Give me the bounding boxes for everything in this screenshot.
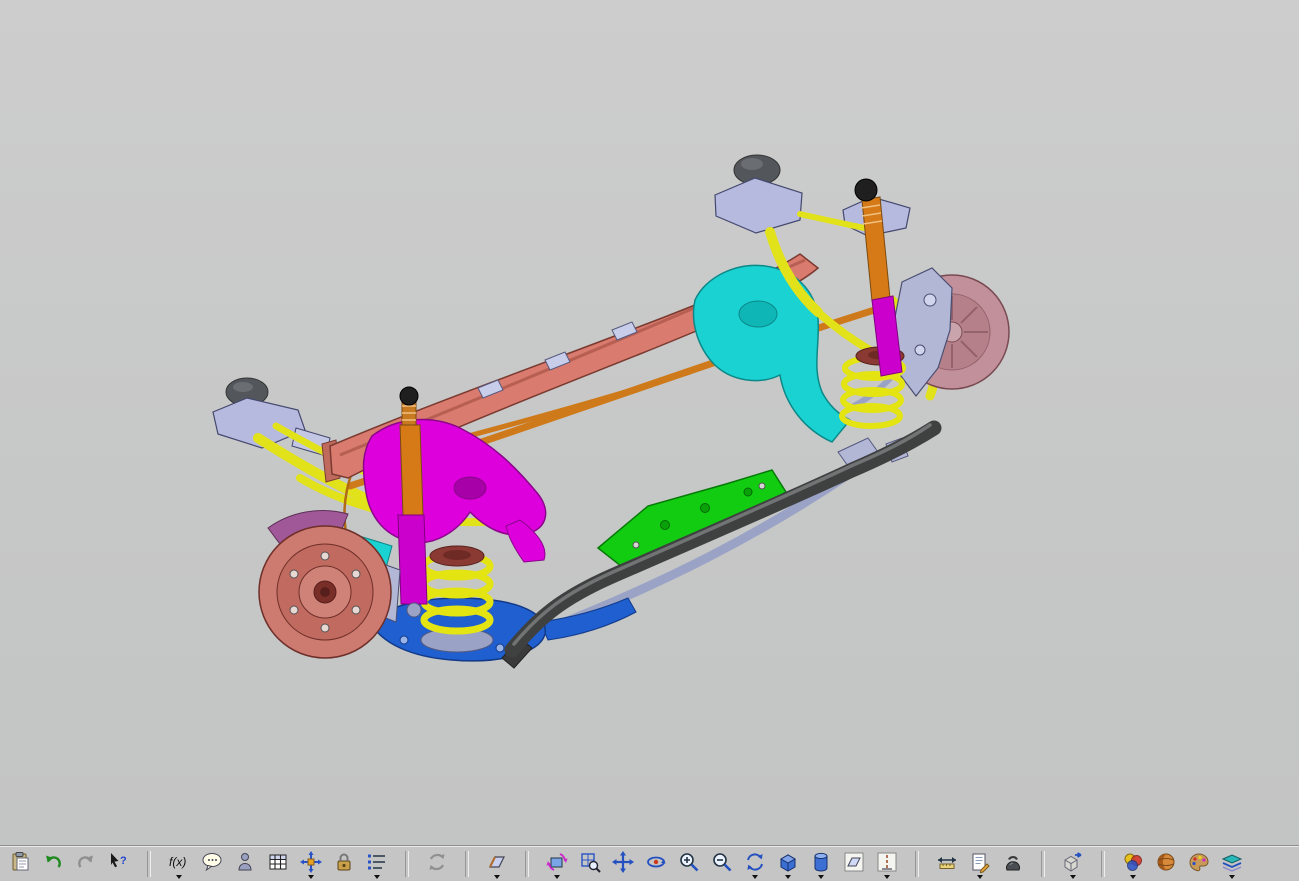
plane-display-icon [843,851,865,873]
measure-icon [936,851,958,873]
zoom-in-button[interactable] [675,849,703,879]
dropdown-arrow-icon[interactable] [785,874,791,879]
redo-button[interactable] [72,849,100,879]
dropdown-arrow-icon[interactable] [176,874,182,879]
regenerate-icon [426,851,448,873]
undo-arrow-icon [42,851,64,873]
palette-icon [1188,851,1210,873]
axis-display-icon [876,851,898,873]
toolbar-separator [915,850,919,877]
speech-bubble-icon [201,851,223,873]
toolbar-separator [147,850,151,877]
pan-button[interactable] [609,849,637,879]
note-icon [969,851,991,873]
layers-icon [1221,851,1243,873]
pan-icon [612,850,634,873]
appearances-icon [1122,851,1144,873]
cursor-question-icon: ? [108,851,130,873]
refit-icon [579,851,601,873]
plane-display-button[interactable] [840,849,868,879]
part-left-shock-cap [399,386,419,406]
family-table-button[interactable] [264,849,292,879]
dropdown-arrow-icon[interactable] [494,874,500,879]
move-component-button[interactable] [297,849,325,879]
part-right-shock-cap [854,178,878,202]
lock-icon [333,851,355,873]
dropdown-arrow-icon[interactable] [1130,874,1136,879]
mini-figure-button[interactable] [231,849,259,879]
function-icon: f(x) [168,851,190,873]
zoom-out-icon [711,851,733,873]
bottom-toolbar: ? f(x) [0,845,1299,881]
render-button[interactable] [1152,849,1180,879]
note-button[interactable] [966,849,994,879]
move-axes-icon [300,850,322,873]
shaded-box-icon [777,851,799,873]
relations-button[interactable]: f(x) [165,849,193,879]
appearances-button[interactable] [1119,849,1147,879]
lock-button[interactable] [330,849,358,879]
spin-button[interactable] [642,849,670,879]
zoom-in-icon [678,851,700,873]
toolbar-separator [525,850,529,877]
person-icon [234,851,256,873]
axis-display-button[interactable] [873,849,901,879]
display-style-button[interactable] [807,849,835,879]
redo-arrow-icon [75,851,97,873]
toolbar-separator [405,850,409,877]
dropdown-arrow-icon[interactable] [1229,874,1235,879]
paste-button[interactable] [6,849,34,879]
measure-button[interactable] [933,849,961,879]
item-list-icon [366,851,388,873]
dropdown-arrow-icon[interactable] [374,874,380,879]
feature-list-button[interactable] [363,849,391,879]
datum-plane-button[interactable] [483,849,511,879]
toolbar-separator [1041,850,1045,877]
orient-view-button[interactable] [543,849,571,879]
datum-plane-icon [486,851,508,873]
layers-button[interactable] [1218,849,1246,879]
dropdown-arrow-icon[interactable] [884,874,890,879]
part-middle-top-mount[interactable] [714,154,803,234]
mass-icon [1002,851,1024,873]
part-left-rotor[interactable] [258,525,392,659]
select-help-button[interactable]: ? [105,849,133,879]
mass-properties-button[interactable] [999,849,1027,879]
repaint-button[interactable] [741,849,769,879]
graphics-area[interactable] [0,0,1299,845]
dropdown-arrow-icon[interactable] [977,874,983,879]
part-magenta-bracket[interactable] [362,418,547,563]
undo-button[interactable] [39,849,67,879]
refit-button[interactable] [576,849,604,879]
dropdown-arrow-icon[interactable] [554,874,560,879]
svg-text:f(x): f(x) [169,855,186,869]
assemble-component-button[interactable] [1059,849,1087,879]
dropdown-arrow-icon[interactable] [818,874,824,879]
clipboard-icon [9,851,31,873]
shaded-display-button[interactable] [774,849,802,879]
toolbar-separator [1101,850,1105,877]
dropdown-arrow-icon[interactable] [752,874,758,879]
table-icon [267,851,289,873]
palette-button[interactable] [1185,849,1213,879]
dropdown-arrow-icon[interactable] [308,874,314,879]
component-box-icon [1062,851,1084,873]
regenerate-button[interactable] [423,849,451,879]
cylinder-icon [810,851,832,873]
repaint-icon [744,851,766,873]
render-sphere-icon [1155,851,1177,873]
orient-view-icon [546,851,568,873]
toolbar-separator [465,850,469,877]
model-canvas[interactable] [0,0,1299,845]
zoom-out-button[interactable] [708,849,736,879]
comment-button[interactable] [198,849,226,879]
dropdown-arrow-icon[interactable] [1070,874,1076,879]
spin-icon [645,851,667,873]
svg-text:?: ? [120,855,127,867]
